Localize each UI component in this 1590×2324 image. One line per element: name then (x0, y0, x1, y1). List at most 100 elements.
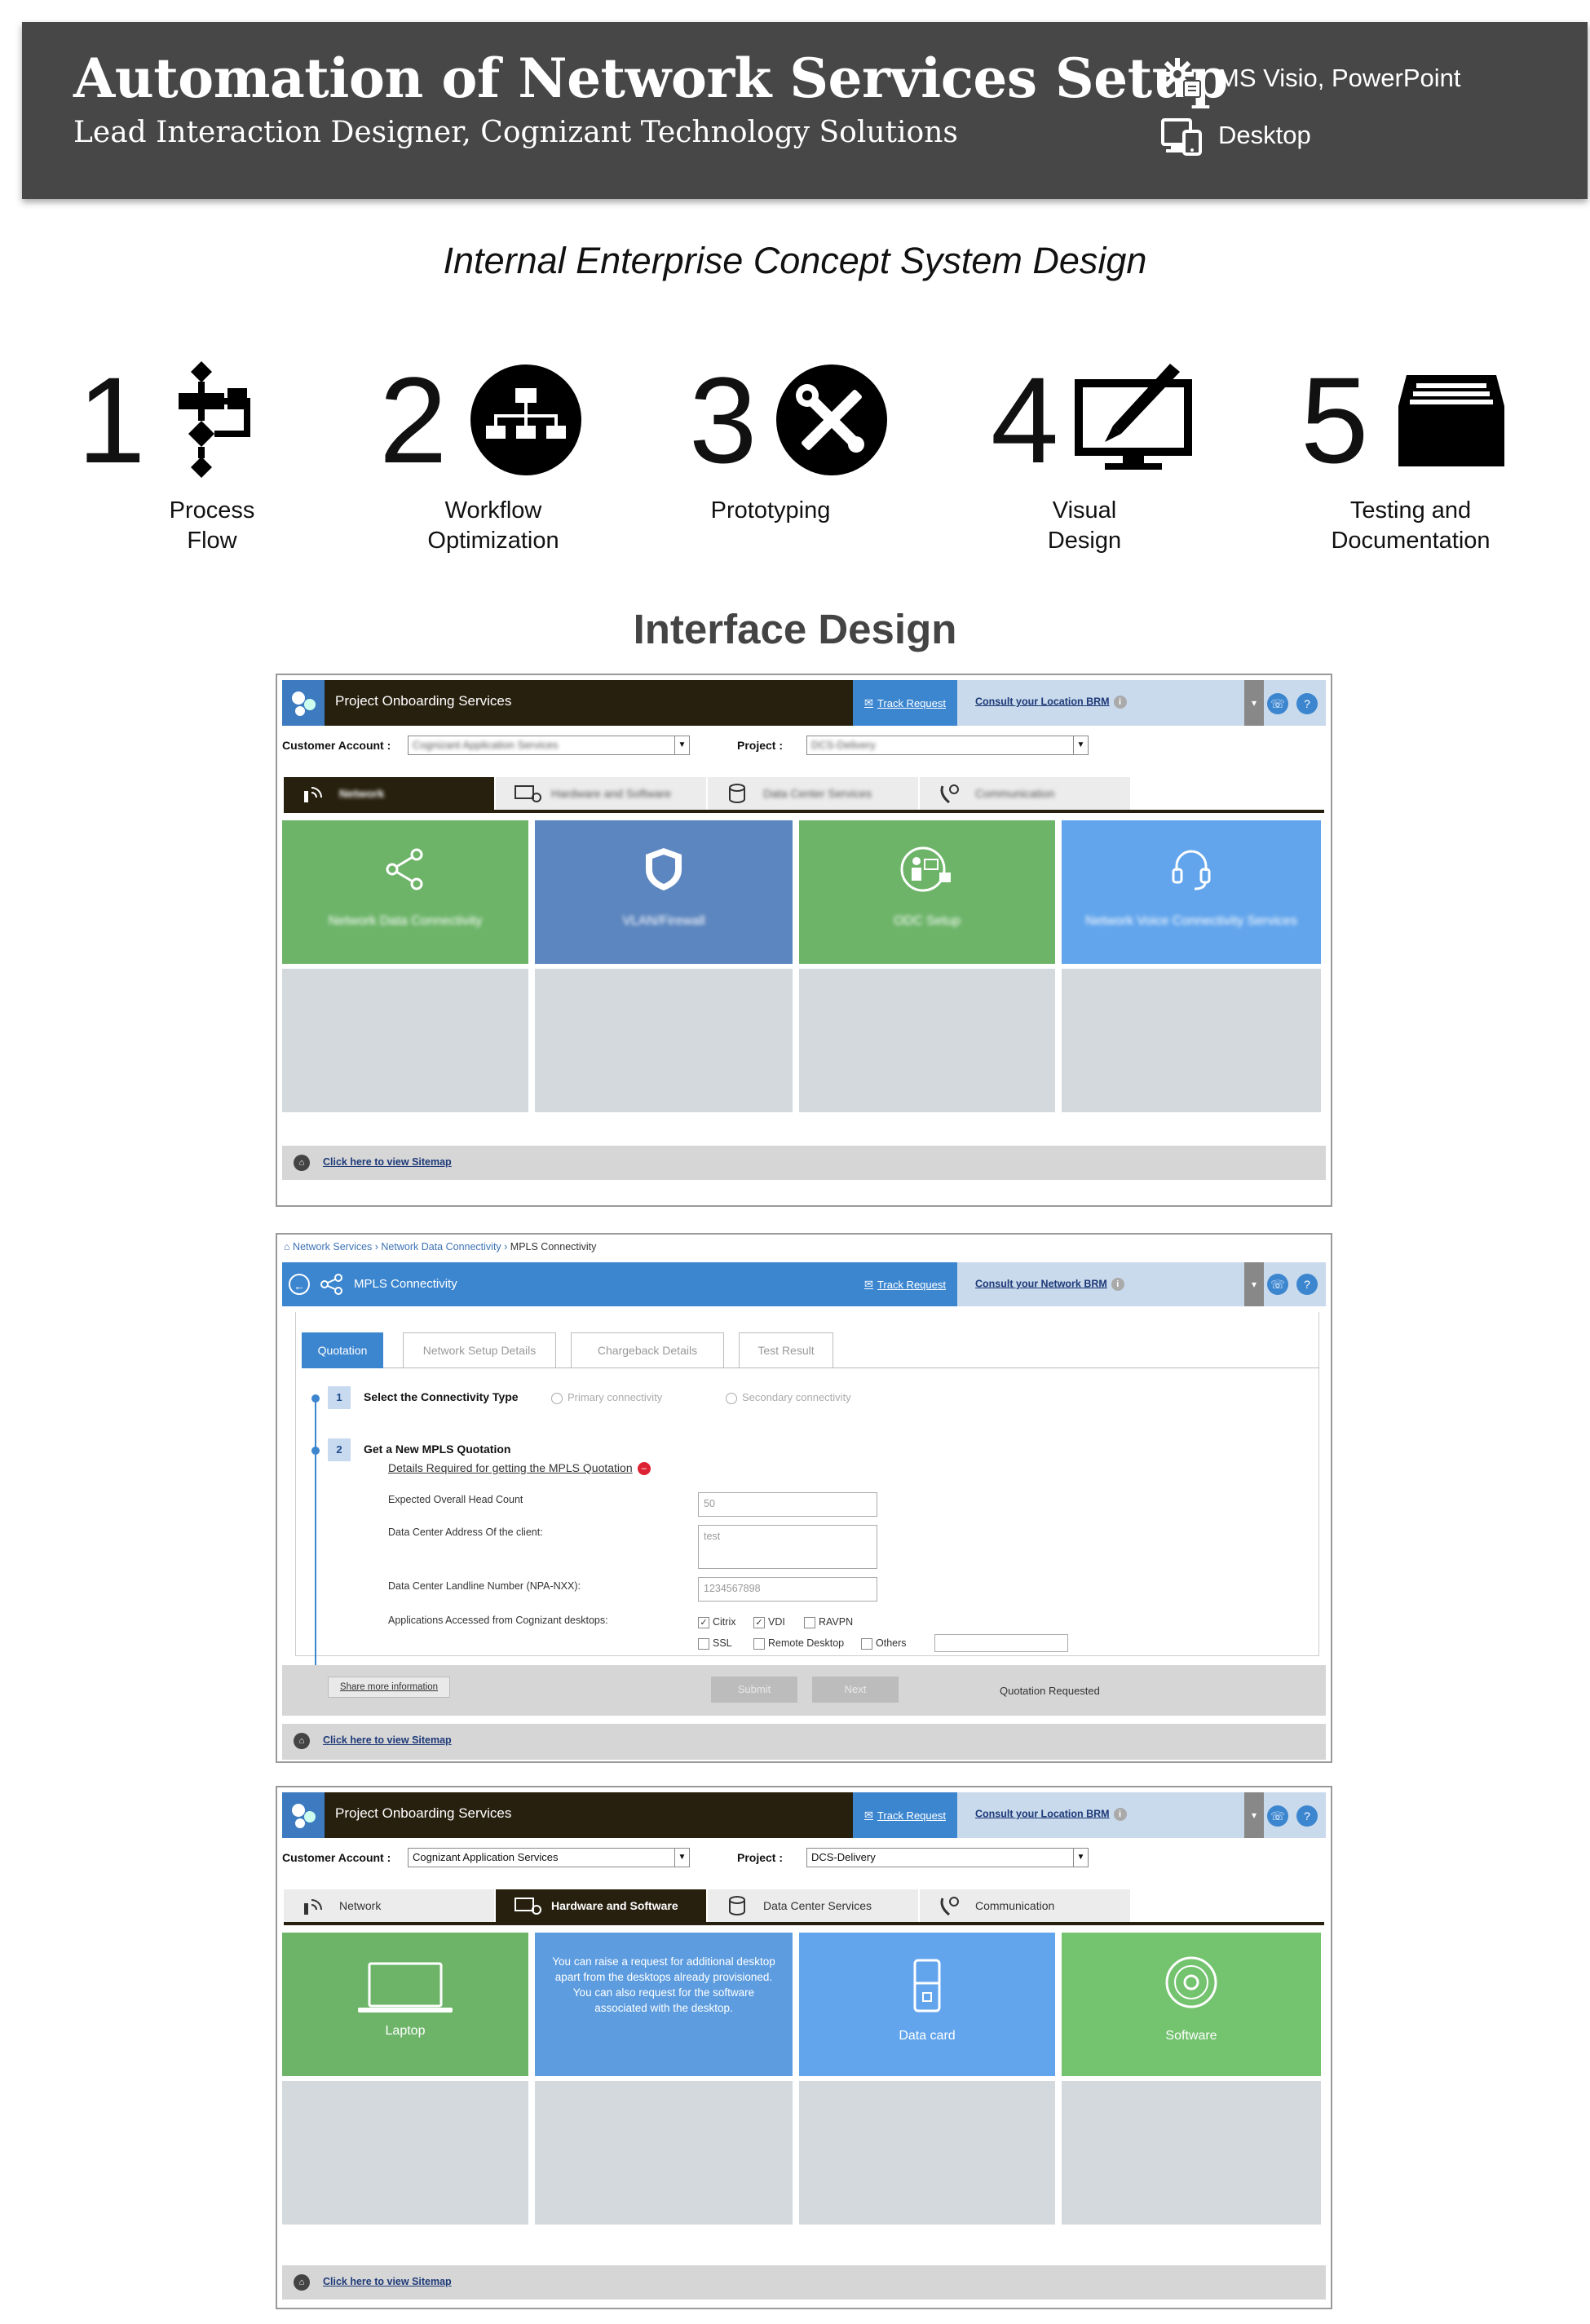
consult-label: Consult your Network BRM (975, 1278, 1107, 1290)
help-icon[interactable]: ? (1296, 1274, 1318, 1295)
tile-empty (1062, 2081, 1321, 2225)
others-input[interactable] (934, 1634, 1068, 1652)
app-logo[interactable] (282, 1792, 325, 1838)
devices-icon (1161, 118, 1202, 156)
sitemap-link[interactable]: Click here to view Sitemap (323, 1156, 452, 1168)
address-textarea[interactable]: test (698, 1525, 877, 1569)
checkbox-ravpn[interactable]: RAVPN (804, 1616, 853, 1628)
phone-icon[interactable]: ☏ (1267, 1274, 1288, 1295)
checkbox-vdi[interactable]: ✓ VDI (753, 1616, 785, 1628)
info-icon[interactable]: i (1113, 696, 1127, 709)
radio-primary[interactable]: Primary connectivity (551, 1391, 662, 1404)
details-required-link[interactable]: Details Required for getting the MPLS Qu… (388, 1461, 651, 1475)
tab-hardware-software[interactable]: Hardware and Software (496, 1889, 706, 1922)
step-testing-documentation: 5 Testing and Documentation (1301, 359, 1578, 563)
tile-data-card[interactable]: Data card (799, 1933, 1055, 2076)
step-label: Visual Design (983, 496, 1186, 556)
people-logo-icon (292, 1804, 316, 1828)
sitemap-icon: ⌂ (294, 1733, 310, 1749)
share-icon (320, 1274, 342, 1295)
address-label: Data Center Address Of the client: (388, 1527, 543, 1538)
checkbox-remote-desktop[interactable]: Remote Desktop (753, 1637, 844, 1650)
tab-hardware-software[interactable]: Hardware and Software (496, 777, 706, 810)
tile-network-data[interactable]: Network Data Connectivity (282, 820, 528, 964)
consult-brm-link[interactable]: Consult your Location BRM i (975, 1808, 1127, 1821)
customer-account-select[interactable]: Cognizant Application Services ▼ (408, 736, 690, 755)
tab-communication[interactable]: Communication (920, 1889, 1130, 1922)
tab-chargeback[interactable]: Chargeback Details (571, 1332, 724, 1368)
customer-account-select[interactable]: Cognizant Application Services ▼ (408, 1848, 690, 1867)
tab-network-setup[interactable]: Network Setup Details (403, 1332, 556, 1368)
chevron-down-icon[interactable]: ▾ (1244, 1792, 1264, 1838)
sitemap-link[interactable]: Click here to view Sitemap (323, 2276, 452, 2287)
sitemap-bar: ⌂ Click here to view Sitemap (282, 2265, 1326, 2300)
info-icon[interactable]: i (1113, 1808, 1127, 1821)
tile-empty (799, 969, 1055, 1112)
checkbox-icon (698, 1637, 709, 1650)
tile-voice-connectivity[interactable]: Network Voice Connectivity Services (1062, 820, 1321, 964)
track-request-label: Track Request (877, 1809, 946, 1822)
landline-label: Data Center Landline Number (NPA-NXX): (388, 1580, 581, 1592)
consult-brm-link[interactable]: Consult your Location BRM i (975, 696, 1127, 709)
radio-secondary[interactable]: Secondary connectivity (726, 1391, 851, 1404)
minus-circle-icon[interactable]: − (637, 1462, 651, 1475)
chevron-down-icon[interactable]: ▾ (1244, 680, 1264, 726)
tab-test-result[interactable]: Test Result (739, 1332, 833, 1368)
phone-icon[interactable]: ☏ (1267, 693, 1288, 714)
status-text: Quotation Requested (1000, 1685, 1100, 1697)
help-icon[interactable]: ? (1296, 1805, 1318, 1827)
app-logo[interactable] (282, 680, 325, 726)
workstation-icon (900, 846, 951, 892)
sitemap-link[interactable]: Click here to view Sitemap (323, 1734, 452, 1746)
tile-laptop[interactable]: Laptop (282, 1933, 528, 2076)
consult-brm-link[interactable]: Consult your Network BRM i (975, 1278, 1124, 1291)
project-select[interactable]: DCS-Delivery ▼ (806, 1848, 1089, 1867)
sitemap-bar: ⌂ Click here to view Sitemap (282, 1146, 1326, 1180)
headcount-input[interactable]: 50 (698, 1492, 877, 1517)
home-icon[interactable]: ⌂ (284, 1241, 290, 1253)
info-icon[interactable]: i (1111, 1278, 1124, 1291)
progress-line (315, 1398, 316, 1665)
chevron-down-icon[interactable]: ▾ (1244, 1262, 1264, 1306)
track-request-link[interactable]: ✉ Track Request (853, 680, 957, 726)
tab-data-center[interactable]: Data Center Services (708, 777, 918, 810)
step-label: Prototyping (669, 496, 872, 526)
checkbox-citrix[interactable]: ✓ Citrix (698, 1616, 735, 1628)
tab-network[interactable]: Network (284, 777, 494, 810)
tile-empty (535, 969, 793, 1112)
breadcrumb-item[interactable]: Network Data Connectivity (381, 1241, 501, 1253)
checkbox-ssl[interactable]: SSL (698, 1637, 732, 1650)
tab-quotation[interactable]: Quotation (302, 1332, 383, 1368)
share-more-button[interactable]: Share more information (328, 1677, 450, 1698)
page-title: MPLS Connectivity (354, 1277, 457, 1291)
customer-account-value: Cognizant Application Services (413, 739, 559, 751)
step-label: Testing and Documentation (1292, 496, 1529, 556)
back-arrow-icon[interactable]: ← (289, 1274, 310, 1295)
tile-vlan-firewall[interactable]: VLAN/Firewall (535, 820, 793, 964)
desktop-icon (515, 1898, 541, 1915)
tab-label: Hardware and Software (551, 787, 672, 800)
tab-communication[interactable]: Communication (920, 777, 1130, 810)
help-icon[interactable]: ? (1296, 693, 1318, 714)
phone-icon[interactable]: ☏ (1267, 1805, 1288, 1827)
apps-label: Applications Accessed from Cognizant des… (388, 1615, 608, 1626)
landline-input[interactable]: 1234567898 (698, 1577, 877, 1602)
next-button[interactable]: Next (812, 1677, 899, 1703)
tab-network[interactable]: Network (284, 1889, 494, 1922)
chevron-down-icon: ▼ (1073, 1849, 1088, 1867)
checkbox-label: Citrix (713, 1616, 736, 1628)
project-select[interactable]: DCS-Delivery ▼ (806, 736, 1089, 755)
step-label-line2: Optimization (427, 528, 559, 554)
tab-data-center[interactable]: Data Center Services (708, 1889, 918, 1922)
tile-odc-setup[interactable]: ODC Setup (799, 820, 1055, 964)
tile-desktop[interactable]: You can raise a request for additional d… (535, 1933, 793, 2076)
archive-box-icon (1398, 375, 1504, 466)
checkbox-label: Remote Desktop (768, 1637, 845, 1649)
breadcrumb-item[interactable]: Network Services (293, 1241, 372, 1253)
tile-software[interactable]: Software (1062, 1933, 1321, 2076)
track-request-link[interactable]: ✉ Track Request (853, 1792, 957, 1838)
submit-button[interactable]: Submit (711, 1677, 797, 1703)
checkbox-others[interactable]: Others (861, 1637, 907, 1650)
track-request-link[interactable]: ✉ Track Request (853, 1262, 957, 1306)
step-label-line2: Documentation (1331, 528, 1491, 554)
